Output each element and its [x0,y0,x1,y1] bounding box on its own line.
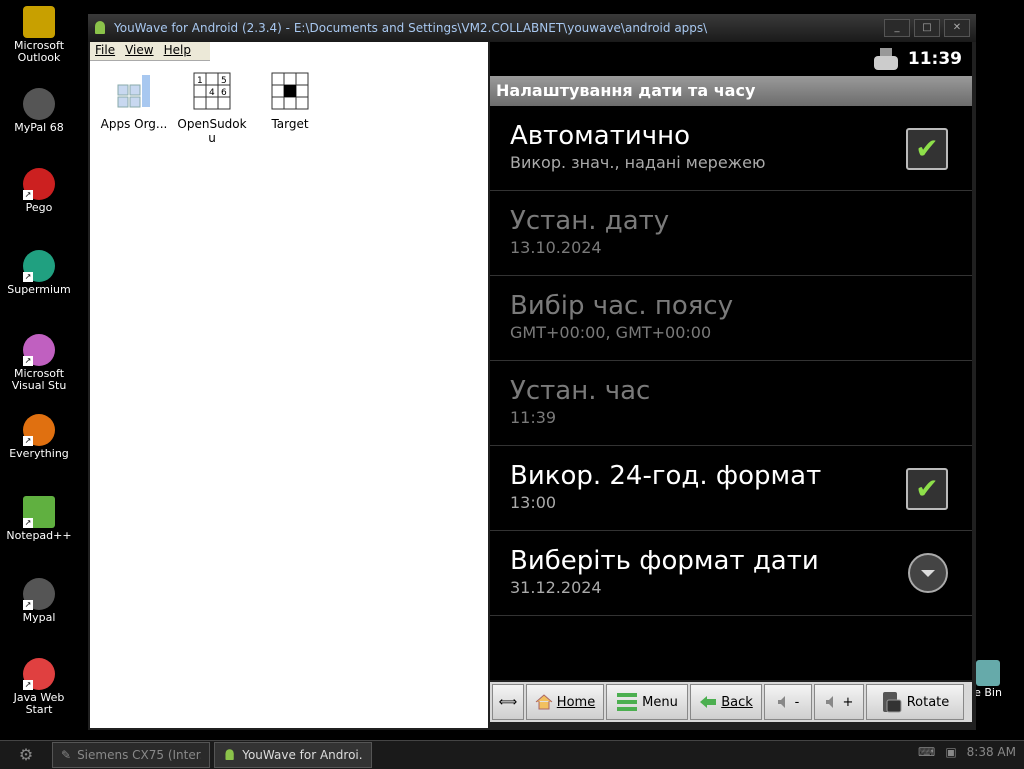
back-button[interactable]: Back [690,684,762,720]
home-button[interactable]: Home [526,684,604,720]
android-icon [95,21,105,34]
swap-button[interactable]: ⟺ [492,684,524,720]
outlook-icon [23,6,55,38]
target-word-icon [271,72,309,110]
setting-automatic[interactable]: Автоматично Викор. знач., надані мережею… [490,106,972,191]
android-screen: 11:39 Налаштування дати та часу Автомати… [490,42,972,680]
task-youwave[interactable]: YouWave for Androi... [214,742,372,768]
window-title: YouWave for Android (2.3.4) - E:\Documen… [114,21,708,35]
menu-help[interactable]: Help [159,42,196,60]
apps-pane: File View Help Apps Org... 1 5 46 OpenSud… [90,42,488,728]
menu-view[interactable]: View [120,42,158,60]
menubar: File View Help [90,42,210,61]
volume-down-button[interactable]: - [764,684,812,720]
desktop-icon-mypal[interactable]: ↗ Mypal [4,578,74,624]
app-apps-organizer[interactable]: Apps Org... [98,71,170,145]
supermium-icon: ↗ [23,250,55,282]
youwave-toolbar: ⟺ Home Menu Back - + Rotate [490,682,972,722]
keyboard-icon[interactable]: ⌨ [918,745,935,759]
taskbar: ⚙ ✎ Siemens CX75 (Inter... YouWave for A… [0,740,1024,769]
setting-date-format[interactable]: Виберіть формат дати 31.12.2024 [490,531,972,616]
status-clock: 11:39 [907,49,962,69]
setting-set-date[interactable]: Устан. дату 13.10.2024 [490,191,972,276]
desktop-icon-java-web-start[interactable]: ↗ Java Web Start [4,658,74,716]
java-icon: ↗ [23,658,55,690]
minimize-button[interactable]: _ [884,19,910,37]
app-target[interactable]: Target [254,71,326,145]
android-statusbar: 11:39 [490,42,972,76]
settings-header: Налаштування дати та часу [490,76,972,106]
setting-set-time[interactable]: Устан. час 11:39 [490,361,972,446]
mypal-icon [23,88,55,120]
menu-file[interactable]: File [90,42,120,60]
desktop-icon-everything[interactable]: ↗ Everything [4,414,74,460]
menu-list-icon [617,693,638,711]
everything-icon: ↗ [23,414,55,446]
volume-up-button[interactable]: + [814,684,864,720]
svg-text:6: 6 [221,88,227,98]
svg-text:5: 5 [221,76,227,86]
desktop-icon-notepadpp[interactable]: ↗ Notepad++ [4,496,74,542]
visual-studio-icon: ↗ [23,334,55,366]
android-icon [225,749,234,760]
svg-text:4: 4 [209,88,215,98]
pen-icon: ✎ [61,748,72,762]
menu-button[interactable]: Menu [606,684,688,720]
desktop-icon-outlook[interactable]: Microsoft Outlook [4,6,74,64]
desktop-icon-visual-studio[interactable]: ↗ Microsoft Visual Stu [4,334,74,392]
network-icon[interactable]: ▣ [945,745,956,759]
home-icon [535,694,553,710]
youwave-window: YouWave for Android (2.3.4) - E:\Documen… [88,14,976,730]
mypal-icon: ↗ [23,578,55,610]
desktop-icon-pego[interactable]: ↗ Pego [4,168,74,214]
back-arrow-icon [700,696,717,708]
rotate-device-icon [882,692,902,713]
setting-24-hour-format[interactable]: Викор. 24-год. формат 13:00 ✔ [490,446,972,531]
24-hour-checkbox[interactable]: ✔ [906,468,948,510]
system-tray: ⌨ ▣ 8:38 AM [918,745,1016,759]
desktop-icon-mypal68[interactable]: MyPal 68 [4,88,74,134]
maximize-button[interactable]: □ [914,19,940,37]
window-titlebar[interactable]: YouWave for Android (2.3.4) - E:\Documen… [88,14,976,42]
start-button[interactable]: ⚙ [0,742,52,768]
chevron-down-icon[interactable] [908,553,948,593]
sudoku-icon: 1 5 46 [193,72,231,110]
speaker-icon [777,696,785,708]
swap-arrows-icon: ⟺ [498,694,518,710]
speaker-icon [825,696,833,708]
rotate-button[interactable]: Rotate [866,684,964,720]
pego-icon: ↗ [23,168,55,200]
setting-time-zone[interactable]: Вибір час. поясу GMT+00:00, GMT+00:00 [490,276,972,361]
close-button[interactable]: ✕ [944,19,970,37]
svg-text:1: 1 [197,76,203,86]
apps-organizer-icon [117,75,150,108]
usb-debug-icon [873,48,898,70]
notepad-icon: ↗ [23,496,55,528]
desktop-icon-supermium[interactable]: ↗ Supermium [4,250,74,296]
tray-clock: 8:38 AM [966,745,1016,759]
task-siemens[interactable]: ✎ Siemens CX75 (Inter... [52,742,210,768]
app-opensudoku[interactable]: 15 46 OpenSudoku [176,71,248,145]
automatic-checkbox[interactable]: ✔ [906,128,948,170]
apps-list: Apps Org... 15 46 OpenSudoku Target [90,61,488,155]
recycle-bin-icon [976,660,1000,686]
